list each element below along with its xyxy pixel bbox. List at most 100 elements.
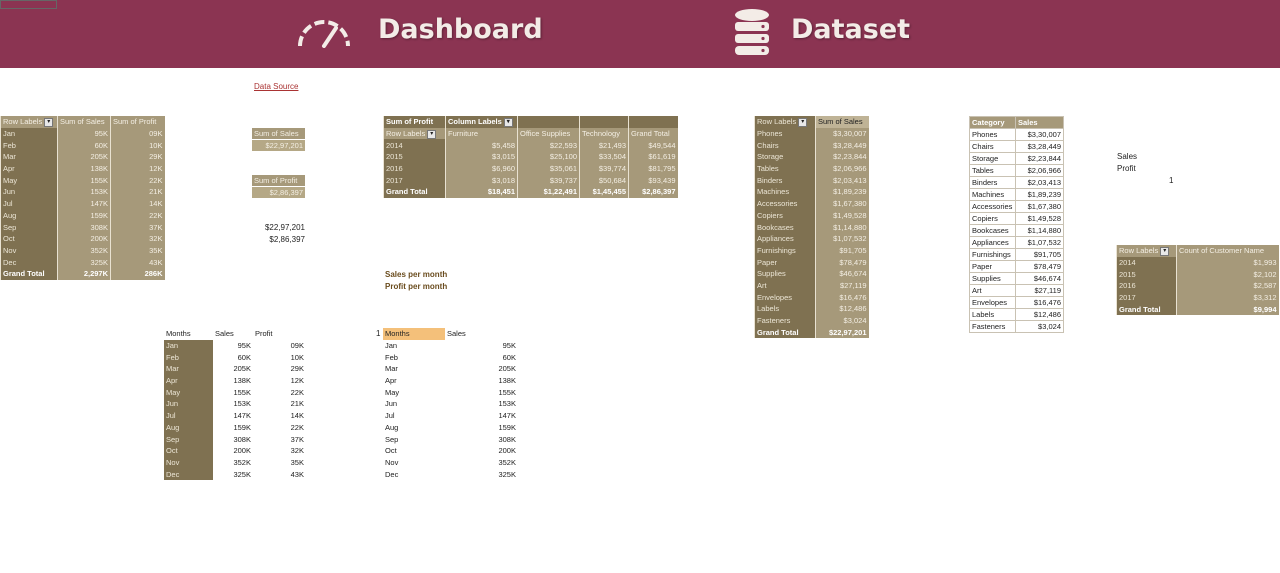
table-cell[interactable]: 308K [57,221,111,233]
table-cell[interactable]: 155K [445,386,518,398]
table-header-cell[interactable]: Sales [445,328,518,340]
table-cell[interactable]: Nov [0,244,58,257]
table-cell[interactable]: 29K [110,151,165,163]
table-cell[interactable]: 22K [110,174,165,187]
table-cell[interactable]: Copiers [969,212,1016,225]
table-cell[interactable]: $1,49,528 [1015,212,1064,225]
grand-total-cell[interactable]: $1,45,455 [579,186,629,198]
table-cell[interactable]: $2,587 [1176,280,1279,292]
table-cell[interactable]: 147K [445,410,518,422]
filter-dropdown-icon[interactable]: ▾ [427,129,437,139]
grand-total-cell[interactable]: 286K [110,267,165,280]
table-cell[interactable]: Apr [383,375,445,387]
selected-cell[interactable] [0,0,57,9]
table-cell[interactable]: $3,024 [815,314,869,327]
table-cell[interactable]: Binders [754,174,816,187]
table-cell[interactable]: $3,015 [445,151,518,163]
table-cell[interactable]: 29K [253,363,306,375]
table-cell[interactable]: 308K [445,433,518,445]
table-cell[interactable]: 153K [213,398,253,410]
table-header-cell[interactable]: Sales [1015,116,1064,129]
table-cell[interactable]: Sep [383,433,445,445]
table-cell[interactable]: $91,705 [815,244,869,257]
grand-total-cell[interactable]: $18,451 [445,186,518,198]
table-cell[interactable]: Mar [0,151,58,163]
table-cell[interactable]: $93,439 [628,174,678,187]
pivot-header-cell[interactable]: Row Labels ▾ [1116,245,1177,257]
table-cell[interactable]: 325K [213,468,253,480]
table-cell[interactable]: 37K [110,221,165,233]
dataset-nav-button[interactable]: Dataset [732,8,912,56]
pivot-header-cell[interactable]: Row Labels ▾ [383,127,446,140]
table-cell[interactable]: 37K [253,433,306,445]
table-cell[interactable]: $1,49,528 [815,209,869,222]
pivot-header-cell[interactable]: Grand Total [628,127,678,140]
table-cell[interactable]: Sep [164,433,213,445]
table-cell[interactable]: $2,23,844 [1015,152,1064,165]
table-cell[interactable]: $1,07,532 [1015,236,1064,249]
table-cell[interactable]: 21K [110,186,165,198]
table-cell[interactable]: Jun [383,398,445,410]
table-cell[interactable]: 21K [253,398,306,410]
table-cell[interactable]: $1,67,380 [1015,200,1064,213]
table-cell[interactable]: $1,993 [1176,256,1279,269]
table-cell[interactable]: Paper [754,256,816,268]
grand-total-cell[interactable]: $2,86,397 [628,186,678,198]
dashboard-nav-button[interactable]: Dashboard [296,12,543,50]
table-cell[interactable]: 2014 [1116,256,1177,269]
table-cell[interactable]: Nov [164,456,213,469]
table-cell[interactable]: $81,795 [628,162,678,175]
table-cell[interactable]: 159K [213,422,253,434]
table-cell[interactable]: Copiers [754,209,816,222]
table-cell[interactable]: Chairs [754,139,816,152]
table-cell[interactable]: Art [754,279,816,292]
table-cell[interactable]: 95K [445,340,518,352]
table-cell[interactable]: Storage [969,152,1016,165]
table-cell[interactable]: Apr [164,374,213,387]
table-cell[interactable]: 2014 [383,139,446,152]
table-cell[interactable]: 43K [110,256,165,268]
table-cell[interactable]: 159K [445,422,518,434]
pivot-header-cell[interactable]: Sum of Profit [383,116,446,128]
table-cell[interactable]: 138K [57,162,111,175]
table-cell[interactable]: Aug [164,421,213,434]
table-cell[interactable]: $50,684 [579,174,629,187]
table-cell[interactable]: Furnishings [969,248,1016,261]
table-cell[interactable]: 200K [213,445,253,457]
table-cell[interactable]: $61,619 [628,151,678,163]
table-cell[interactable]: 2015 [383,151,446,163]
empty-cell[interactable] [579,116,629,128]
empty-cell[interactable] [517,116,580,128]
table-cell[interactable]: $3,28,449 [815,139,869,152]
table-cell[interactable]: $2,06,966 [1015,164,1064,177]
table-cell[interactable]: Labels [969,308,1016,321]
table-cell[interactable]: Feb [164,351,213,364]
table-header-cell[interactable]: Profit [253,328,306,340]
table-cell[interactable]: 22K [253,386,306,398]
grand-total-cell[interactable]: $9,994 [1176,303,1279,316]
table-header-cell[interactable]: Months [164,328,213,340]
grand-total-cell[interactable]: $1,22,491 [517,186,580,198]
table-cell[interactable]: 35K [110,244,165,257]
table-cell[interactable]: Accessories [969,200,1016,213]
table-cell[interactable]: $1,89,239 [815,186,869,198]
pivot-header-cell[interactable]: Row Labels ▾ [0,116,58,128]
table-cell[interactable]: 14K [110,197,165,210]
table-cell[interactable]: 352K [57,244,111,257]
grand-total-cell[interactable]: $22,97,201 [815,326,869,339]
table-cell[interactable]: May [383,386,445,398]
table-cell[interactable]: Jan [164,339,213,352]
table-cell[interactable]: $91,705 [1015,248,1064,261]
table-cell[interactable]: May [0,174,58,187]
table-cell[interactable]: 32K [253,445,306,457]
table-cell[interactable]: Jan [383,340,445,352]
table-cell[interactable]: 60K [57,139,111,152]
table-cell[interactable]: $22,593 [517,139,580,152]
table-cell[interactable]: 2016 [1116,280,1177,292]
table-cell[interactable]: 153K [445,398,518,410]
table-cell[interactable]: $3,018 [445,174,518,187]
table-cell[interactable]: Mar [383,363,445,375]
table-cell[interactable]: 2017 [383,174,446,187]
table-cell[interactable]: $21,493 [579,139,629,152]
grand-total-cell[interactable]: Grand Total [1116,303,1177,316]
